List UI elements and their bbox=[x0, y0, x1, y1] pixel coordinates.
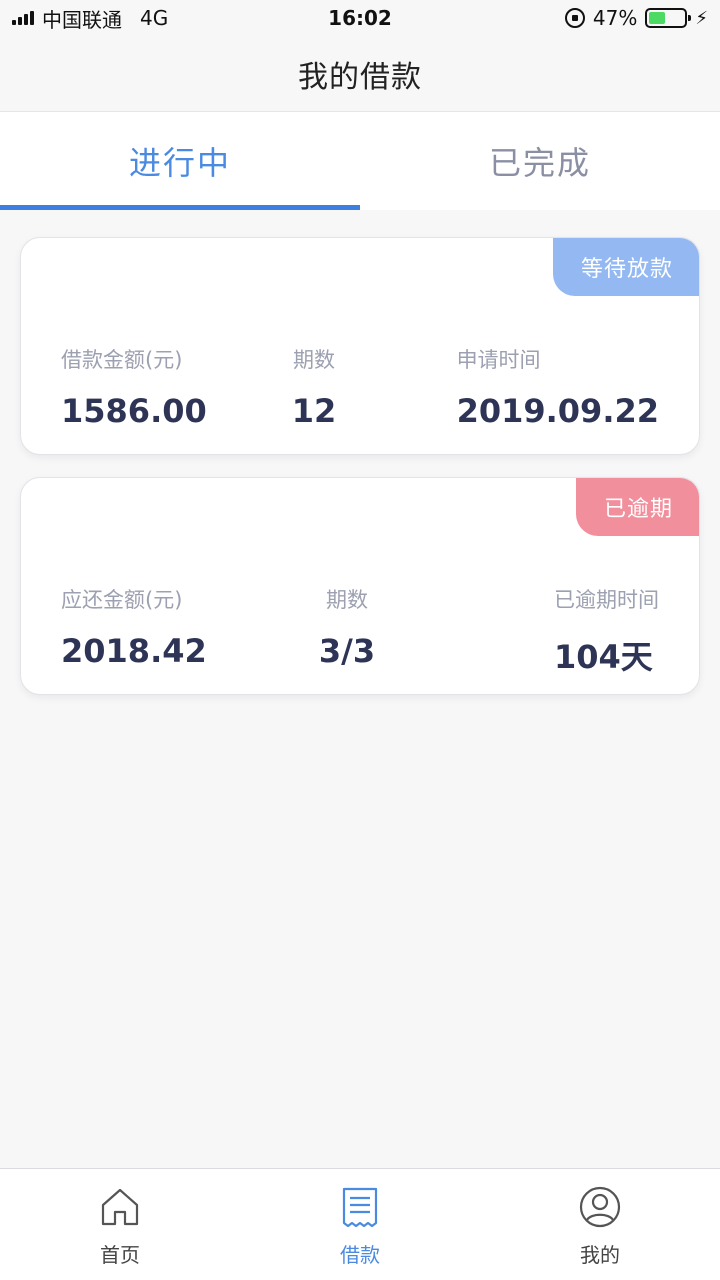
status-left: 中国联通 4G bbox=[0, 4, 260, 33]
carrier-label: 中国联通 bbox=[42, 7, 122, 32]
tab-in-progress[interactable]: 进行中 bbox=[0, 112, 360, 210]
bottom-nav: 首页 借款 我的 bbox=[0, 1168, 720, 1280]
bottom-nav-home-label: 首页 bbox=[100, 1243, 140, 1267]
overdue-time-label: 已逾期时间 bbox=[554, 588, 659, 612]
rotation-lock-icon bbox=[564, 8, 585, 28]
screen: 中国联通 4G 16:02 47% ⚡ 我的借款 进行中 已完成 等待放款 借款… bbox=[0, 0, 720, 1280]
repay-amount-column: 应还金额(元) 2018.42 bbox=[61, 584, 207, 670]
home-icon bbox=[101, 1188, 139, 1226]
battery-icon bbox=[645, 8, 692, 28]
overdue-card[interactable]: 已逾期 应还金额(元) 2018.42 期数 3/3 已逾期时间 104天 bbox=[20, 477, 700, 695]
nav-bar: 我的借款 bbox=[0, 36, 720, 112]
status-badge: 已逾期 bbox=[575, 478, 699, 536]
charging-bolt-icon: ⚡ bbox=[695, 7, 708, 29]
status-right: 47% ⚡ bbox=[564, 6, 708, 30]
bottom-nav-loan-label: 借款 bbox=[340, 1243, 380, 1267]
bottom-nav-loan[interactable]: 借款 bbox=[240, 1169, 480, 1280]
tab-bar: 进行中 已完成 bbox=[0, 112, 720, 210]
repay-amount-value: 2018.42 bbox=[61, 632, 207, 670]
battery-fill bbox=[649, 12, 666, 24]
signal-icon bbox=[12, 11, 34, 25]
loan-amount-column: 借款金额(元) 1586.00 bbox=[61, 344, 207, 430]
profile-icon bbox=[579, 1186, 621, 1228]
loan-card-details: 借款金额(元) 1586.00 期数 12 申请时间 2019.09.22 bbox=[21, 344, 699, 434]
apply-date-label: 申请时间 bbox=[456, 348, 541, 372]
repay-amount-label: 应还金额(元) bbox=[61, 588, 183, 612]
apply-date-value: 2019.09.22 bbox=[456, 392, 659, 430]
bottom-nav-home[interactable]: 首页 bbox=[0, 1169, 240, 1280]
bottom-nav-mine-label: 我的 bbox=[580, 1243, 620, 1267]
receipt-icon bbox=[342, 1187, 378, 1228]
apply-date-column: 申请时间 2019.09.22 bbox=[457, 344, 659, 430]
tab-completed[interactable]: 已完成 bbox=[360, 112, 720, 210]
status-badge: 等待放款 bbox=[552, 238, 699, 296]
page-title: 我的借款 bbox=[298, 59, 422, 95]
loan-card[interactable]: 等待放款 借款金额(元) 1586.00 期数 12 申请时间 2019.09.… bbox=[20, 237, 700, 455]
overdue-time-column: 已逾期时间 104天 bbox=[554, 584, 659, 678]
network-label: 4G bbox=[140, 6, 169, 30]
bottom-nav-mine[interactable]: 我的 bbox=[480, 1169, 720, 1280]
loan-amount-value: 1586.00 bbox=[61, 392, 207, 430]
loan-amount-label: 借款金额(元) bbox=[61, 348, 183, 372]
overdue-time-value: 104天 bbox=[554, 638, 653, 676]
overdue-card-details: 应还金额(元) 2018.42 期数 3/3 已逾期时间 104天 bbox=[21, 584, 699, 676]
status-bar: 中国联通 4G 16:02 47% ⚡ bbox=[0, 0, 720, 36]
battery-percent: 47% bbox=[592, 6, 638, 30]
